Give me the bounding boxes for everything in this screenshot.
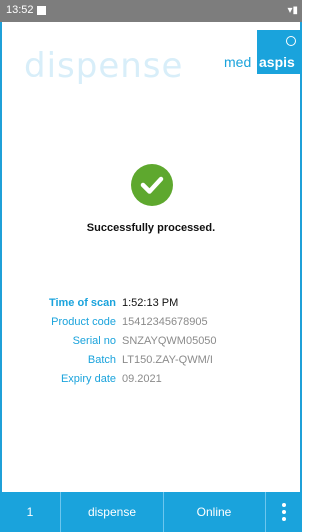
logo-ring-icon: [286, 36, 296, 46]
medaspis-logo: med aspis: [224, 30, 302, 74]
detail-row-time-of-scan: Time of scan 1:52:13 PM: [0, 297, 302, 313]
result-message: Successfully processed.: [86, 222, 216, 234]
logo-text-aspis: aspis: [259, 54, 295, 70]
scan-count[interactable]: 1: [0, 492, 60, 532]
bottom-bar: 1 dispense Online: [0, 492, 302, 532]
detail-row-batch: Batch LT150.ZAY-QWM/I: [0, 354, 302, 370]
detail-value: 1:52:13 PM: [122, 297, 179, 309]
detail-label: Serial no: [72, 335, 116, 347]
detail-value: 09.2021: [122, 373, 162, 385]
logo-text-med: med: [224, 54, 252, 70]
detail-label: Product code: [51, 316, 116, 328]
app-title: dispense: [24, 46, 184, 86]
connection-status[interactable]: Online: [164, 492, 264, 532]
detail-row-serial-no: Serial no SNZAYQWM05050: [0, 335, 302, 351]
check-circle-icon: [131, 164, 173, 206]
frame-right-border: [300, 22, 302, 492]
mode-button[interactable]: dispense: [61, 492, 163, 532]
more-vertical-icon[interactable]: [266, 492, 302, 532]
detail-value: 15412345678905: [122, 316, 208, 328]
detail-value: LT150.ZAY-QWM/I: [122, 354, 213, 366]
detail-row-product-code: Product code 15412345678905: [0, 316, 302, 332]
frame-left-border: [0, 22, 2, 492]
detail-row-expiry-date: Expiry date 09.2021: [0, 373, 302, 389]
detail-value: SNZAYQWM05050: [122, 335, 217, 347]
detail-label: Expiry date: [60, 373, 116, 385]
detail-label: Batch: [87, 354, 116, 366]
notification-icon: [37, 6, 46, 15]
status-time: 13:52: [6, 4, 34, 16]
detail-label: Time of scan: [48, 297, 116, 309]
status-bar: 13:52 ▾▮: [0, 0, 302, 22]
wifi-icon: ▾▮: [287, 5, 298, 16]
